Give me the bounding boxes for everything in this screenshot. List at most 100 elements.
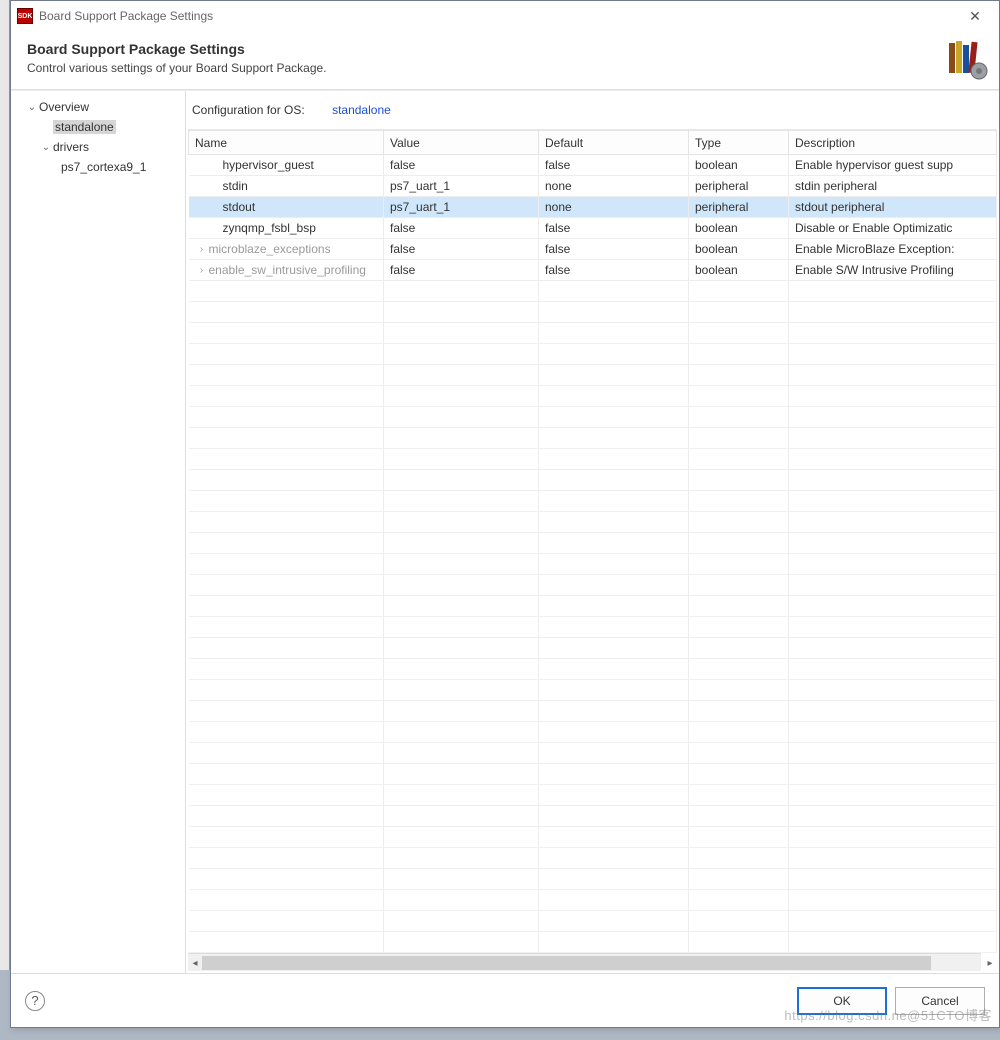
col-header-name[interactable]: Name bbox=[189, 131, 384, 155]
table-row[interactable]: stdin ps7_uart_1noneperipheralstdin perip… bbox=[189, 176, 997, 197]
table-row-empty bbox=[189, 764, 997, 785]
cell-value[interactable]: ps7_uart_1 bbox=[384, 176, 539, 197]
table-row-empty bbox=[189, 323, 997, 344]
books-icon bbox=[945, 37, 989, 81]
table-row[interactable]: hypervisor_guestfalsefalsebooleanEnable … bbox=[189, 155, 997, 176]
table-row-empty bbox=[189, 743, 997, 764]
tree-label: drivers bbox=[53, 140, 89, 154]
scroll-left-icon[interactable]: ◂ bbox=[188, 954, 202, 972]
table-row-empty bbox=[189, 701, 997, 722]
dialog-footer: ? OK Cancel bbox=[11, 973, 999, 1027]
tree-item-standalone[interactable]: standalone bbox=[13, 117, 183, 137]
col-header-value[interactable]: Value bbox=[384, 131, 539, 155]
page-subtitle: Control various settings of your Board S… bbox=[27, 61, 327, 75]
config-os-link[interactable]: standalone bbox=[332, 103, 391, 117]
table-row-empty bbox=[189, 722, 997, 743]
scroll-thumb[interactable] bbox=[202, 956, 931, 970]
window-title: Board Support Package Settings bbox=[39, 9, 213, 23]
cell-name: microblaze_exceptions bbox=[209, 242, 331, 256]
table-row-empty bbox=[189, 365, 997, 386]
cancel-button[interactable]: Cancel bbox=[895, 987, 985, 1015]
tree-label: standalone bbox=[53, 120, 116, 134]
col-header-description[interactable]: Description bbox=[789, 131, 997, 155]
chevron-down-icon[interactable]: ⌄ bbox=[39, 142, 53, 153]
table-row-empty bbox=[189, 512, 997, 533]
tree-label: Overview bbox=[39, 100, 89, 114]
cell-type: peripheral bbox=[689, 197, 789, 218]
cell-desc: Disable or Enable Optimizatic bbox=[789, 218, 997, 239]
table-row-empty bbox=[189, 869, 997, 890]
table-row-empty bbox=[189, 407, 997, 428]
table-row-empty bbox=[189, 596, 997, 617]
page-title: Board Support Package Settings bbox=[27, 41, 327, 57]
table-row-empty bbox=[189, 932, 997, 953]
table-row-empty bbox=[189, 428, 997, 449]
cell-name: enable_sw_intrusive_profiling bbox=[209, 263, 366, 277]
table-row-empty bbox=[189, 806, 997, 827]
help-button[interactable]: ? bbox=[25, 991, 45, 1011]
cell-type: boolean bbox=[689, 260, 789, 281]
table-row-empty bbox=[189, 827, 997, 848]
cell-default: false bbox=[539, 239, 689, 260]
cell-default: false bbox=[539, 260, 689, 281]
table-row-empty bbox=[189, 281, 997, 302]
cell-desc: Enable S/W Intrusive Profiling bbox=[789, 260, 997, 281]
background-app-sliver bbox=[0, 0, 10, 970]
chevron-right-icon[interactable]: › bbox=[195, 265, 209, 276]
cell-desc: stdout peripheral bbox=[789, 197, 997, 218]
cell-value[interactable]: ps7_uart_1 bbox=[384, 197, 539, 218]
horizontal-scrollbar[interactable]: ◂ ▸ bbox=[188, 953, 981, 971]
dialog-header: Board Support Package Settings Control v… bbox=[11, 31, 999, 90]
tree-item-driver-ps7[interactable]: ps7_cortexa9_1 bbox=[13, 157, 183, 177]
chevron-down-icon[interactable]: ⌄ bbox=[25, 102, 39, 113]
cell-name: hypervisor_guest bbox=[209, 158, 314, 172]
table-row-empty bbox=[189, 680, 997, 701]
close-button[interactable]: ✕ bbox=[955, 4, 995, 28]
titlebar[interactable]: SDK Board Support Package Settings ✕ bbox=[11, 1, 999, 31]
table-row-empty bbox=[189, 911, 997, 932]
cell-default: false bbox=[539, 218, 689, 239]
chevron-right-icon[interactable]: › bbox=[195, 244, 209, 255]
col-header-type[interactable]: Type bbox=[689, 131, 789, 155]
table-row-empty bbox=[189, 344, 997, 365]
table-row-empty bbox=[189, 575, 997, 596]
cell-type: boolean bbox=[689, 155, 789, 176]
settings-table[interactable]: Name Value Default Type Description hype… bbox=[188, 130, 997, 953]
settings-table-wrap: Name Value Default Type Description hype… bbox=[188, 129, 997, 953]
cell-type: peripheral bbox=[689, 176, 789, 197]
table-row-empty bbox=[189, 617, 997, 638]
cell-name: stdin bbox=[209, 179, 248, 193]
col-header-default[interactable]: Default bbox=[539, 131, 689, 155]
table-row-empty bbox=[189, 890, 997, 911]
tree-item-drivers[interactable]: ⌄ drivers bbox=[13, 137, 183, 157]
cell-default: none bbox=[539, 176, 689, 197]
cell-desc: Enable MicroBlaze Exception: bbox=[789, 239, 997, 260]
app-icon: SDK bbox=[17, 8, 33, 24]
table-row-empty bbox=[189, 386, 997, 407]
table-row[interactable]: stdoutps7_uart_1noneperipheralstdout per… bbox=[189, 197, 997, 218]
tree-label: ps7_cortexa9_1 bbox=[61, 160, 146, 174]
nav-tree[interactable]: ⌄ Overview standalone ⌄ drivers ps7_cort… bbox=[11, 91, 186, 973]
table-row[interactable]: zynqmp_fsbl_bspfalsefalsebooleanDisable … bbox=[189, 218, 997, 239]
cell-default: none bbox=[539, 197, 689, 218]
cell-value[interactable]: false bbox=[384, 260, 539, 281]
ok-button[interactable]: OK bbox=[797, 987, 887, 1015]
table-row[interactable]: ›enable_sw_intrusive_profiling falsefalse… bbox=[189, 260, 997, 281]
cell-value[interactable]: false bbox=[384, 239, 539, 260]
cell-value[interactable]: false bbox=[384, 218, 539, 239]
help-icon: ? bbox=[31, 993, 38, 1008]
table-row-empty bbox=[189, 848, 997, 869]
table-row-empty bbox=[189, 302, 997, 323]
cell-type: boolean bbox=[689, 218, 789, 239]
cell-value[interactable]: false bbox=[384, 155, 539, 176]
table-row-empty bbox=[189, 533, 997, 554]
table-row[interactable]: ›microblaze_exceptionsfalsefalsebooleanE… bbox=[189, 239, 997, 260]
cell-desc: stdin peripheral bbox=[789, 176, 997, 197]
table-header-row[interactable]: Name Value Default Type Description bbox=[189, 131, 997, 155]
scroll-right-icon[interactable]: ▸ bbox=[983, 954, 997, 972]
close-icon: ✕ bbox=[969, 8, 981, 25]
table-row-empty bbox=[189, 659, 997, 680]
table-row-empty bbox=[189, 638, 997, 659]
table-row-empty bbox=[189, 491, 997, 512]
tree-item-overview[interactable]: ⌄ Overview bbox=[13, 97, 183, 117]
